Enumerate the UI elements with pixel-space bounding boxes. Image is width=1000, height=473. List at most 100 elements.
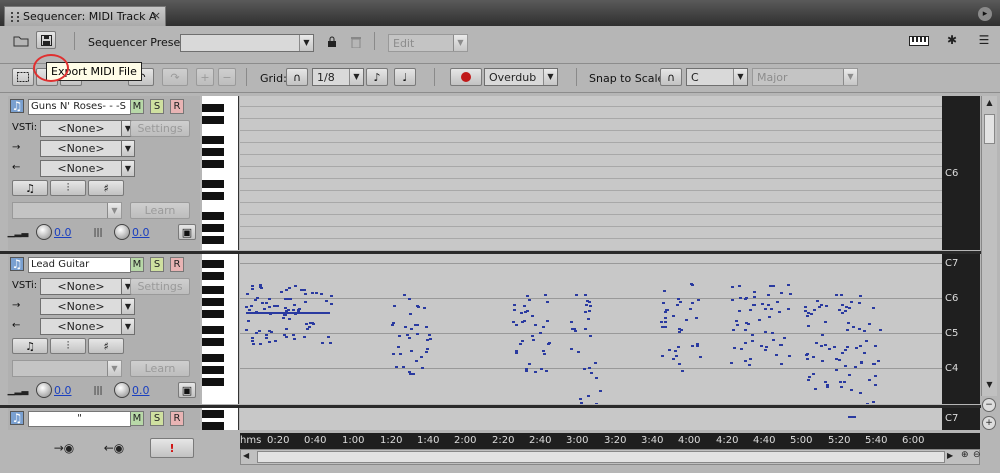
trash-icon[interactable]	[348, 34, 364, 50]
volume-icon: ▁▂▃	[7, 228, 29, 238]
midi-note	[868, 379, 872, 382]
pan-value[interactable]: 0.0	[132, 384, 150, 397]
piano-roll-grid-2[interactable]	[240, 254, 942, 404]
timeline-ruler[interactable]: hms 0:20 0:40 1:00 1:20 1:40 2:00 2:20 2…	[240, 433, 980, 449]
scale-key-dropdown[interactable]: C ▼	[686, 68, 748, 86]
piano-keyboard[interactable]	[202, 254, 239, 404]
pitch-ruler-1: C6	[942, 96, 980, 250]
preset-dropdown[interactable]: ▼	[180, 34, 314, 52]
midi-note	[763, 307, 767, 310]
zoom-in-icon[interactable]: +	[982, 416, 996, 430]
track-1-controls: ♫ Guns N' Roses- - -S M S R VSTi: <None>…	[8, 96, 200, 250]
chevron-down-icon: ▼	[843, 69, 857, 85]
notes-tab-icon[interactable]: ♫	[12, 180, 48, 196]
note-icon[interactable]: ♩	[394, 68, 416, 86]
solo-button[interactable]: S	[150, 411, 164, 426]
volume-value[interactable]: 0.0	[54, 384, 72, 397]
midi-note	[664, 308, 668, 311]
piano-icon[interactable]	[908, 34, 930, 48]
lock-icon[interactable]: ▣	[178, 382, 196, 398]
midi-output-select[interactable]: <None> ▼	[40, 318, 135, 335]
pan-knob[interactable]	[114, 382, 130, 398]
midi-note	[805, 357, 809, 360]
midi-note	[328, 342, 332, 345]
mixer-tab-icon[interactable]: ⫶	[50, 180, 86, 196]
solo-button[interactable]: S	[150, 257, 164, 272]
track-name-input[interactable]: Guns N' Roses- - -S	[28, 99, 131, 115]
input-arrow-icon: →	[12, 142, 21, 153]
midi-note	[305, 328, 309, 331]
piano-keyboard[interactable]	[202, 408, 239, 430]
settings-button[interactable]: Settings	[130, 120, 190, 137]
vsti-select[interactable]: <None> ▼	[40, 278, 135, 295]
lock-icon[interactable]	[324, 34, 340, 50]
panic-button[interactable]: !	[150, 438, 194, 458]
midi-note	[293, 303, 297, 306]
marquee-select-icon[interactable]	[12, 68, 34, 86]
volume-knob[interactable]	[36, 224, 52, 240]
panel-menu-icon[interactable]: ▸	[978, 7, 992, 21]
magnet-icon[interactable]: ∩	[660, 68, 682, 86]
record-mode-dropdown[interactable]: Overdub ▼	[484, 68, 558, 86]
midi-note	[747, 363, 751, 366]
learn-button[interactable]: Learn	[130, 360, 190, 377]
pan-value[interactable]: 0.0	[132, 226, 150, 239]
piano-roll-grid-3[interactable]	[240, 408, 942, 430]
track-name-input[interactable]: Lead Guitar	[28, 257, 131, 273]
automation-dropdown[interactable]: ▼	[12, 202, 122, 219]
volume-value[interactable]: 0.0	[54, 226, 72, 239]
settings-button[interactable]: Settings	[130, 278, 190, 295]
track-name-input[interactable]: "	[28, 411, 131, 427]
export-midi-button[interactable]	[36, 31, 56, 49]
pan-knob[interactable]	[114, 224, 130, 240]
midi-input-select[interactable]: <None> ▼	[40, 298, 135, 315]
midi-note	[587, 317, 591, 320]
quantize-icon[interactable]: ♪	[366, 68, 388, 86]
scale-mode-dropdown[interactable]: Major ▼	[752, 68, 858, 86]
drag-grip-icon[interactable]	[11, 12, 19, 22]
minus-icon[interactable]: −	[218, 68, 236, 86]
automation-dropdown[interactable]: ▼	[12, 360, 122, 377]
panel-tab[interactable]: Sequencer: MIDI Track A ×	[4, 6, 166, 26]
learn-button[interactable]: Learn	[130, 202, 190, 219]
redo-icon[interactable]: ↷	[162, 68, 188, 86]
piano-roll-grid-1[interactable]	[240, 96, 942, 250]
midi-note	[681, 370, 685, 373]
record-arm-button[interactable]: R	[170, 99, 184, 114]
sharps-tab-icon[interactable]: ♯	[88, 338, 124, 354]
horizontal-scrollbar[interactable]: ◀ ▶ ⊕ ⊖	[240, 449, 981, 465]
lock-icon[interactable]: ▣	[178, 224, 196, 240]
edit-dropdown[interactable]: Edit ▼	[388, 34, 468, 52]
mute-button[interactable]: M	[130, 99, 144, 114]
solo-button[interactable]: S	[150, 99, 164, 114]
mute-button[interactable]: M	[130, 257, 144, 272]
record-arm-button[interactable]: R	[170, 411, 184, 426]
midi-note	[874, 383, 878, 386]
piano-keyboard[interactable]	[202, 96, 239, 250]
mute-button[interactable]: M	[130, 411, 144, 426]
mixer-tab-icon[interactable]: ⫶	[50, 338, 86, 354]
midi-note	[410, 328, 414, 331]
grid-dropdown[interactable]: 1/8 ▼	[312, 68, 364, 86]
volume-knob[interactable]	[36, 382, 52, 398]
sharps-tab-icon[interactable]: ♯	[88, 180, 124, 196]
record-button[interactable]	[450, 68, 482, 86]
list-icon[interactable]: ☰	[976, 32, 992, 48]
magnet-icon[interactable]: ∩	[286, 68, 308, 86]
midi-in-icon[interactable]: →◉	[46, 440, 82, 456]
close-icon[interactable]: ×	[152, 9, 161, 22]
gear-icon[interactable]: ✱	[944, 32, 960, 48]
vsti-select[interactable]: <None> ▼	[40, 120, 135, 137]
record-arm-button[interactable]: R	[170, 257, 184, 272]
pitch-ruler-2: C7 C6 C5 C4	[942, 254, 980, 404]
midi-note	[310, 291, 314, 294]
plus-icon[interactable]: +	[196, 68, 214, 86]
folder-icon[interactable]	[12, 33, 30, 49]
vertical-scrollbar[interactable]: ▲ ▼	[981, 96, 997, 396]
notes-tab-icon[interactable]: ♫	[12, 338, 48, 354]
midi-output-select[interactable]: <None> ▼	[40, 160, 135, 177]
midi-input-select[interactable]: <None> ▼	[40, 140, 135, 157]
midi-out-icon[interactable]: ←◉	[96, 440, 132, 456]
midi-note	[732, 346, 736, 349]
zoom-out-icon[interactable]: −	[982, 398, 996, 412]
